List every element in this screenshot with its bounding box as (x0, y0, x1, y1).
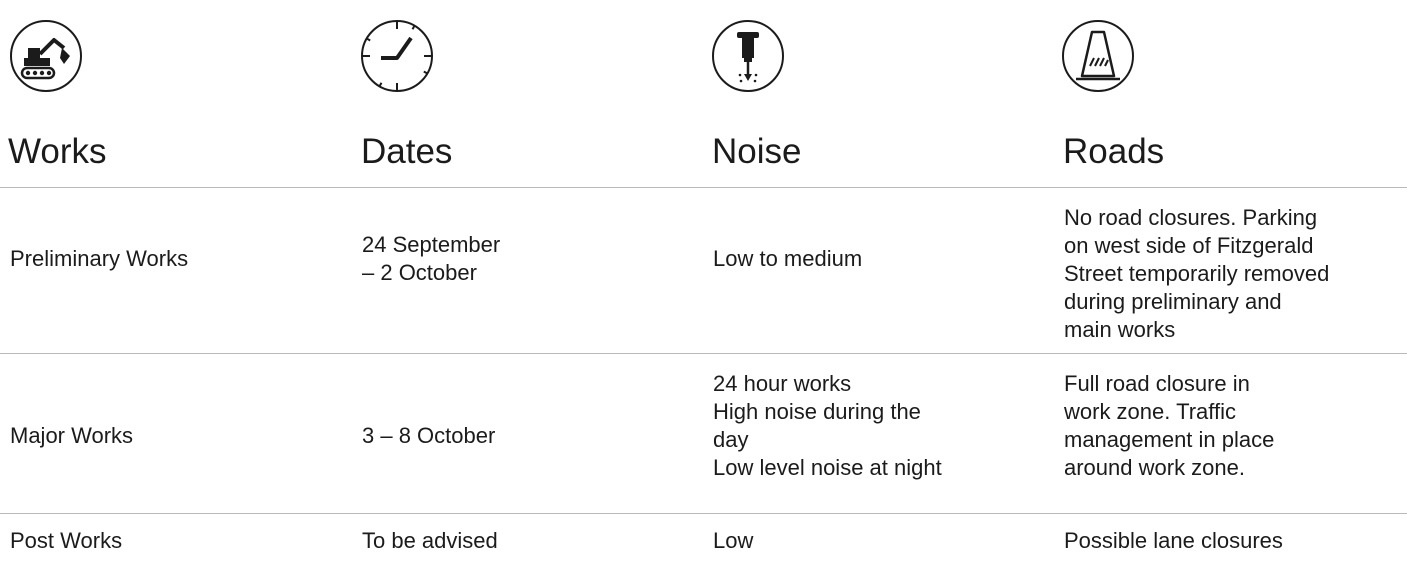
jackhammer-icon (710, 18, 786, 94)
clock-icon (359, 18, 435, 94)
works-cell: Preliminary Works (10, 246, 189, 271)
noise-cell: Low (713, 528, 754, 553)
works-cell: Post Works (10, 528, 123, 553)
dates-cell: 3 – 8 October (362, 423, 496, 448)
roads-cell: Possible lane closures (1064, 528, 1283, 553)
roads-cell: No road closures. Parking on west side o… (1064, 205, 1330, 342)
noise-cell: 24 hour works High noise during the day … (713, 371, 942, 480)
header-divider (0, 187, 1407, 188)
excavator-icon (8, 18, 84, 94)
traffic-cone-icon (1060, 18, 1136, 94)
noise-cell: Low to medium (713, 246, 863, 271)
dates-cell: To be advised (362, 528, 498, 553)
column-header-works: Works (8, 132, 107, 171)
row-divider (0, 513, 1407, 514)
roads-cell: Full road closure in work zone. Traffic … (1064, 371, 1275, 480)
dates-cell: 24 September – 2 October (362, 232, 501, 285)
works-cell: Major Works (10, 423, 134, 448)
column-header-dates: Dates (361, 132, 453, 171)
column-header-roads: Roads (1063, 132, 1165, 171)
row-divider (0, 353, 1407, 354)
column-header-noise: Noise (712, 132, 802, 171)
